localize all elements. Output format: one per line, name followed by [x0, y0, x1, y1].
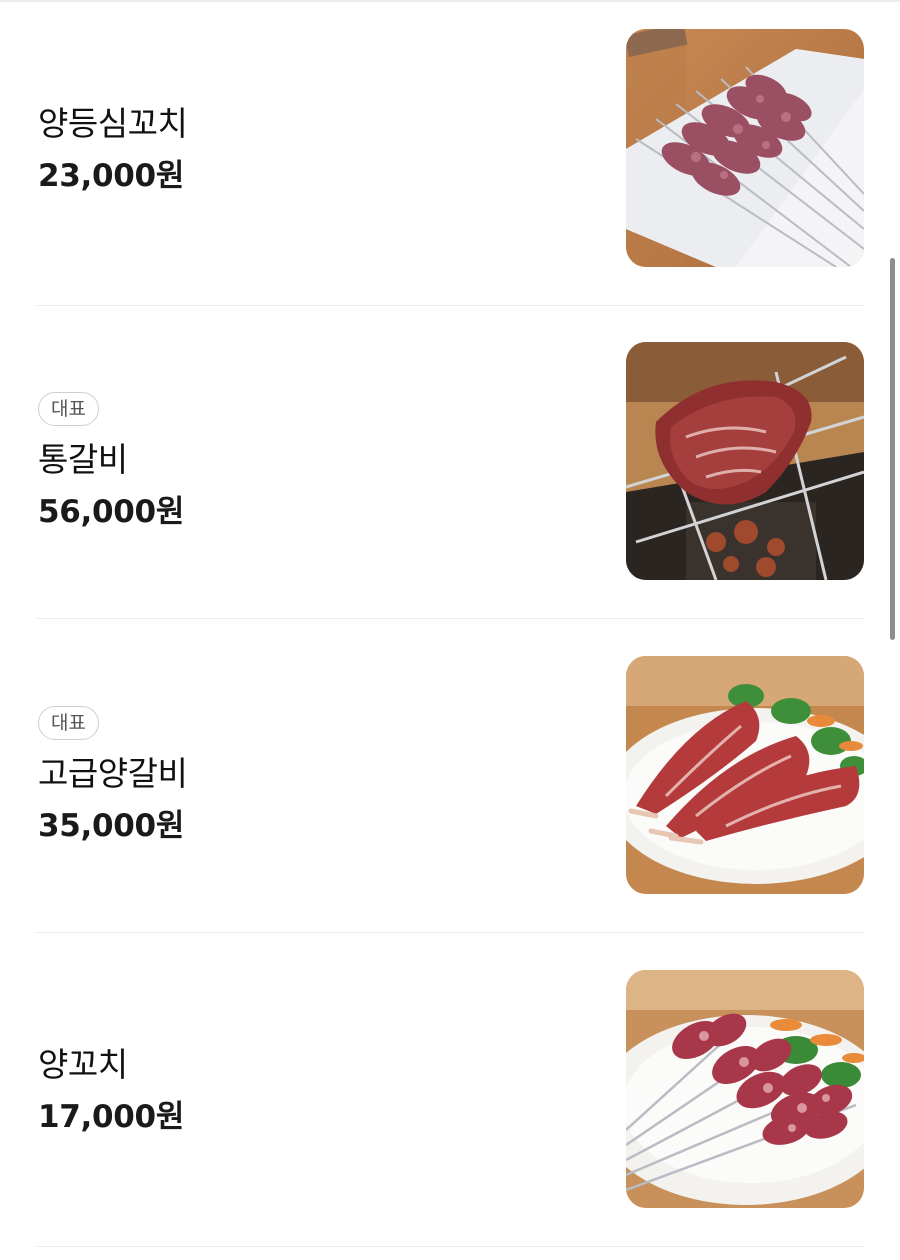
- menu-item-price: 35,000원: [38, 807, 185, 844]
- lamb-skewers-photo: [626, 970, 864, 1208]
- menu-item-price: 23,000원: [38, 157, 185, 194]
- menu-item-premium-lamb-rib[interactable]: 대표 고급양갈비 35,000원: [36, 620, 864, 933]
- lamb-loin-skewers-photo: [626, 29, 864, 267]
- menu-item-photo[interactable]: [626, 970, 864, 1208]
- menu-item-photo[interactable]: [626, 656, 864, 894]
- menu-item-info: 양꼬치 17,000원: [38, 934, 598, 1247]
- menu-item-info: 대표 통갈비 56,000원: [38, 306, 598, 619]
- menu-item-photo[interactable]: [626, 29, 864, 267]
- signature-badge: 대표: [38, 391, 99, 426]
- menu-item-name: 양등심꼬치: [38, 103, 188, 143]
- signature-badge: 대표: [38, 705, 99, 740]
- scrollbar[interactable]: [890, 258, 895, 640]
- menu-item-name: 통갈비: [38, 439, 128, 479]
- menu-item-name: 고급양갈비: [38, 753, 188, 793]
- menu-item-lamb-skewer[interactable]: 양꼬치 17,000원: [36, 934, 864, 1247]
- whole-rib-on-grill-photo: [626, 342, 864, 580]
- menu-item-info: 양등심꼬치 23,000원: [38, 0, 598, 306]
- menu-item-lamb-loin-skewer[interactable]: 양등심꼬치 23,000원: [36, 0, 864, 306]
- menu-item-whole-rib[interactable]: 대표 통갈비 56,000원: [36, 306, 864, 619]
- menu-item-price: 56,000원: [38, 493, 185, 530]
- menu-item-info: 대표 고급양갈비 35,000원: [38, 620, 598, 933]
- menu-item-photo[interactable]: [626, 342, 864, 580]
- premium-lamb-ribs-photo: [626, 656, 864, 894]
- menu-item-name: 양꼬치: [38, 1044, 128, 1084]
- menu-item-price: 17,000원: [38, 1098, 185, 1135]
